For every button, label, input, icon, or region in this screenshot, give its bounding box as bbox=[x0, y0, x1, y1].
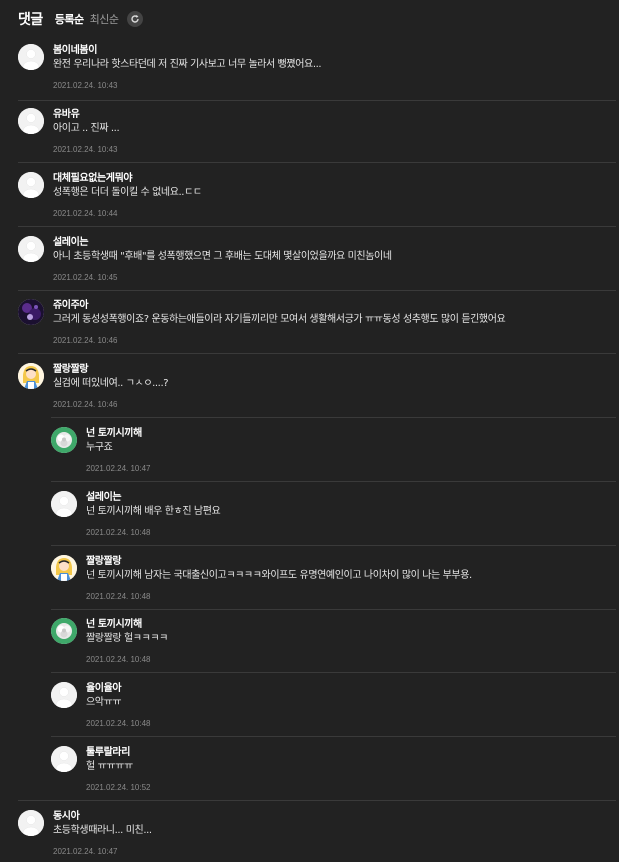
comment-author[interactable]: 율이율아 bbox=[86, 682, 151, 695]
comment-timestamp: 2021.02.24. 10:47 bbox=[53, 847, 118, 856]
comment-body: 툴루랄라리헐 ㅠㅠㅠㅠ 2021.02.24. 10:52 bbox=[86, 746, 151, 793]
comment-text: 그러게 동성성폭행이죠? 운동하는애들이라 자기들끼리만 모여서 생활해서긍가 … bbox=[53, 314, 506, 325]
avatar[interactable] bbox=[51, 682, 77, 708]
comment-divider bbox=[51, 609, 616, 610]
comment-author[interactable]: 동시아 bbox=[53, 810, 152, 823]
comment-text: 실검에 떠있네여.. ㄱㅅㅇ....? bbox=[53, 378, 169, 389]
comment-author[interactable]: 넌 토끼시끼해 bbox=[86, 427, 151, 440]
comment-author[interactable]: 짤랑짤랑 bbox=[53, 363, 168, 376]
comment-header: 댓글 등록순 최신순 bbox=[18, 8, 143, 30]
comment-item: 짤랑짤랑실검에 떠있네여.. ㄱㅅㅇ....? 2021.02.24. 10:46 bbox=[18, 363, 169, 410]
comment-body: 설레이는아니 초등학생때 "후배"를 성폭행했으면 그 후배는 도대체 몇살이었… bbox=[53, 236, 392, 283]
comment-text: 아니 초등학생때 "후배"를 성폭행했으면 그 후배는 도대체 몇살이었을까요 … bbox=[53, 251, 392, 262]
comment-divider bbox=[51, 417, 616, 418]
avatar[interactable] bbox=[18, 108, 44, 134]
sort-by-registered-tab[interactable]: 등록순 bbox=[55, 11, 84, 27]
comment-body: 넌 토끼시끼해누구죠 2021.02.24. 10:47 bbox=[86, 427, 151, 474]
comment-divider bbox=[51, 545, 616, 546]
comment-text: 누구죠 bbox=[86, 442, 113, 453]
comment-author[interactable]: 봄이네봄이 bbox=[53, 44, 321, 57]
comment-timestamp: 2021.02.24. 10:46 bbox=[53, 336, 118, 345]
comment-text: 짤랑짤랑 헐ㅋㅋㅋㅋ bbox=[86, 633, 168, 644]
comment-body: 대체필요없는게뭐야성폭행은 더더 돌이킬 수 없네요..ㄷㄷ 2021.02.24… bbox=[53, 172, 202, 219]
comment-text: 넌 토끼시끼해 남자는 국대출신이고ㅋㅋㅋㅋ와이프도 유명연예인이고 나이차이 … bbox=[86, 570, 472, 581]
comment-author[interactable]: 설레이는 bbox=[86, 491, 220, 504]
comment-timestamp: 2021.02.24. 10:48 bbox=[86, 719, 151, 728]
comment-text: 아이고 .. 진짜 ... bbox=[53, 123, 120, 134]
comment-timestamp: 2021.02.24. 10:43 bbox=[53, 81, 118, 90]
comment-author[interactable]: 툴루랄라리 bbox=[86, 746, 151, 759]
reply-item: 율이율아으악ㅠㅠ 2021.02.24. 10:48 bbox=[51, 682, 151, 729]
comment-timestamp: 2021.02.24. 10:48 bbox=[86, 592, 151, 601]
comment-divider bbox=[51, 481, 616, 482]
comment-text: 초등학생때라니... 미친... bbox=[53, 825, 152, 836]
comment-item: 쥬이주아그러게 동성성폭행이죠? 운동하는애들이라 자기들끼리만 모여서 생활해… bbox=[18, 299, 506, 346]
avatar[interactable] bbox=[51, 491, 77, 517]
comment-item: 동시아초등학생때라니... 미친... 2021.02.24. 10:47 bbox=[18, 810, 152, 857]
refresh-icon bbox=[130, 15, 139, 23]
avatar[interactable] bbox=[18, 299, 44, 325]
avatar[interactable] bbox=[18, 172, 44, 198]
comment-body: 봄이네봄이완전 우리나라 핫스타던데 저 진짜 기사보고 너무 놀라서 뻥쪘어요… bbox=[53, 44, 322, 91]
comment-body: 설레이는넌 토끼시끼해 배우 한ㅎ진 남편요 2021.02.24. 10:48 bbox=[86, 491, 221, 538]
comment-author[interactable]: 대체필요없는게뭐야 bbox=[53, 172, 202, 185]
comment-body: 유바유아이고 .. 진짜 ... 2021.02.24. 10:43 bbox=[53, 108, 120, 155]
avatar[interactable] bbox=[51, 427, 77, 453]
comment-text: 성폭행은 더더 돌이킬 수 없네요..ㄷㄷ bbox=[53, 187, 202, 198]
comment-text: 헐 ㅠㅠㅠㅠ bbox=[86, 761, 133, 772]
comment-author[interactable]: 설레이는 bbox=[53, 236, 392, 249]
comment-item: 설레이는아니 초등학생때 "후배"를 성폭행했으면 그 후배는 도대체 몇살이었… bbox=[18, 236, 392, 283]
comment-divider bbox=[18, 226, 616, 227]
comment-timestamp: 2021.02.24. 10:44 bbox=[53, 209, 118, 218]
avatar[interactable] bbox=[51, 618, 77, 644]
reply-item: 툴루랄라리헐 ㅠㅠㅠㅠ 2021.02.24. 10:52 bbox=[51, 746, 151, 793]
comment-text: 완전 우리나라 핫스타던데 저 진짜 기사보고 너무 놀라서 뻥쪘어요... bbox=[53, 59, 322, 70]
comment-divider bbox=[51, 672, 616, 673]
comment-body: 동시아초등학생때라니... 미친... 2021.02.24. 10:47 bbox=[53, 810, 152, 857]
comment-divider bbox=[51, 736, 616, 737]
comment-divider bbox=[18, 290, 616, 291]
avatar[interactable] bbox=[18, 236, 44, 262]
comment-timestamp: 2021.02.24. 10:47 bbox=[86, 464, 151, 473]
comments-title: 댓글 bbox=[18, 12, 43, 28]
avatar[interactable] bbox=[51, 746, 77, 772]
reply-item: 설레이는넌 토끼시끼해 배우 한ㅎ진 남편요 2021.02.24. 10:48 bbox=[51, 491, 221, 538]
comment-timestamp: 2021.02.24. 10:48 bbox=[86, 655, 151, 664]
comment-body: 짤랑짤랑실검에 떠있네여.. ㄱㅅㅇ....? 2021.02.24. 10:46 bbox=[53, 363, 169, 410]
comment-author[interactable]: 쥬이주아 bbox=[53, 299, 505, 312]
reply-item: 넌 토끼시끼해누구죠 2021.02.24. 10:47 bbox=[51, 427, 151, 474]
comment-author[interactable]: 넌 토끼시끼해 bbox=[86, 618, 168, 631]
avatar[interactable] bbox=[18, 810, 44, 836]
comment-timestamp: 2021.02.24. 10:46 bbox=[53, 400, 118, 409]
comment-divider bbox=[18, 162, 616, 163]
comment-text: 넌 토끼시끼해 배우 한ㅎ진 남편요 bbox=[86, 506, 221, 517]
comment-divider bbox=[18, 800, 616, 801]
comment-author[interactable]: 짤랑짤랑 bbox=[86, 555, 472, 568]
refresh-button[interactable] bbox=[126, 11, 143, 27]
reply-item: 짤랑짤랑넌 토끼시끼해 남자는 국대출신이고ㅋㅋㅋㅋ와이프도 유명연예인이고 나… bbox=[51, 555, 472, 602]
comment-item: 유바유아이고 .. 진짜 ... 2021.02.24. 10:43 bbox=[18, 108, 120, 155]
avatar[interactable] bbox=[18, 44, 44, 70]
comment-timestamp: 2021.02.24. 10:48 bbox=[86, 528, 151, 537]
comment-item: 봄이네봄이완전 우리나라 핫스타던데 저 진짜 기사보고 너무 놀라서 뻥쪘어요… bbox=[18, 44, 322, 91]
comment-timestamp: 2021.02.24. 10:45 bbox=[53, 273, 118, 282]
avatar[interactable] bbox=[51, 555, 77, 581]
sort-by-latest-tab[interactable]: 최신순 bbox=[90, 11, 119, 27]
comment-item: 대체필요없는게뭐야성폭행은 더더 돌이킬 수 없네요..ㄷㄷ 2021.02.24… bbox=[18, 172, 202, 219]
comment-timestamp: 2021.02.24. 10:43 bbox=[53, 145, 118, 154]
comment-timestamp: 2021.02.24. 10:52 bbox=[86, 783, 151, 792]
comment-divider bbox=[18, 100, 616, 101]
comment-body: 넌 토끼시끼해짤랑짤랑 헐ㅋㅋㅋㅋ 2021.02.24. 10:48 bbox=[86, 618, 168, 665]
comment-author[interactable]: 유바유 bbox=[53, 108, 119, 121]
comment-divider bbox=[18, 353, 616, 354]
comment-body: 율이율아으악ㅠㅠ 2021.02.24. 10:48 bbox=[86, 682, 151, 729]
comment-body: 짤랑짤랑넌 토끼시끼해 남자는 국대출신이고ㅋㅋㅋㅋ와이프도 유명연예인이고 나… bbox=[86, 555, 472, 602]
reply-item: 넌 토끼시끼해짤랑짤랑 헐ㅋㅋㅋㅋ 2021.02.24. 10:48 bbox=[51, 618, 168, 665]
comment-body: 쥬이주아그러게 동성성폭행이죠? 운동하는애들이라 자기들끼리만 모여서 생활해… bbox=[53, 299, 506, 346]
comment-text: 으악ㅠㅠ bbox=[86, 697, 122, 708]
avatar[interactable] bbox=[18, 363, 44, 389]
